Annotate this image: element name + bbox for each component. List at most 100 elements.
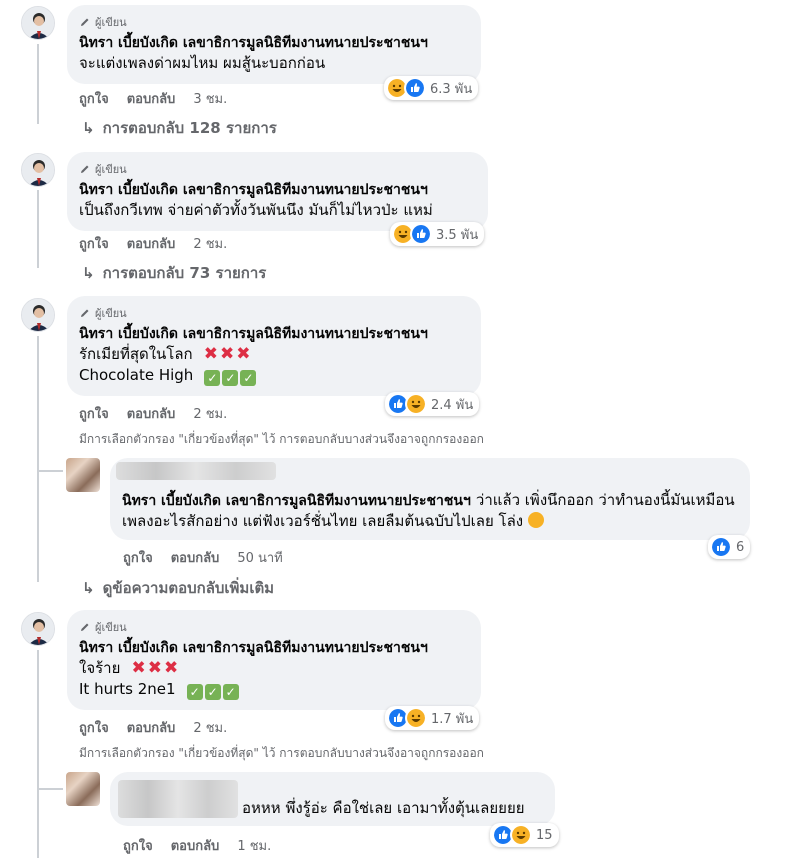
reaction-count: 15 bbox=[536, 827, 553, 843]
tagged-name[interactable]: นิทรา เบี้ยบังเกิด เลขาธิการมูลนิธิทีมงา… bbox=[122, 493, 471, 509]
haha-react-icon bbox=[510, 824, 532, 846]
comment-author-name[interactable]: นิทรา เบี้ยบังเกิด เลขาธิการมูลนิธิทีมงา… bbox=[79, 181, 476, 200]
author-avatar[interactable] bbox=[21, 612, 55, 646]
redacted-name bbox=[118, 780, 238, 818]
flushed-face-icon bbox=[528, 512, 545, 528]
check-mark-icon: ✓ bbox=[186, 684, 203, 700]
reaction-count: 6 bbox=[736, 539, 745, 555]
reaction-summary[interactable]: 1.7 พัน bbox=[385, 706, 480, 730]
cross-mark-icons: ✖ ✖ ✖ bbox=[131, 658, 178, 678]
comment-text-line2: Chocolate High bbox=[79, 366, 194, 384]
like-react-icon bbox=[710, 536, 732, 558]
haha-react-icon bbox=[405, 707, 427, 729]
reply-button[interactable]: ตอบกลับ bbox=[171, 835, 220, 856]
pen-icon bbox=[81, 623, 89, 631]
pen-icon bbox=[81, 309, 89, 317]
view-replies-link[interactable]: ↳ การตอบกลับ 128 รายการ bbox=[82, 116, 277, 140]
pen-icon bbox=[81, 18, 89, 26]
reply-connector bbox=[37, 470, 63, 472]
view-more-replies-link[interactable]: ↳ ดูข้อความตอบกลับเพิ่มเติม bbox=[82, 576, 274, 600]
check-mark-icon: ✓ bbox=[204, 684, 221, 700]
like-button[interactable]: ถูกใจ bbox=[79, 233, 109, 254]
comment-timestamp[interactable]: 2 ชม. bbox=[193, 403, 227, 424]
reply-button[interactable]: ตอบกลับ bbox=[127, 403, 176, 424]
author-avatar[interactable] bbox=[21, 298, 55, 332]
check-mark-icon: ✓ bbox=[240, 370, 257, 386]
thread-line bbox=[37, 44, 39, 124]
filter-note: มีการเลือกตัวกรอง "เกี่ยวข้องที่สุด" ไว้… bbox=[79, 432, 484, 446]
reply-button[interactable]: ตอบกลับ bbox=[127, 233, 176, 254]
reply-avatar[interactable] bbox=[66, 772, 100, 806]
reply-arrow-icon: ↳ bbox=[82, 579, 95, 597]
reaction-count: 6.3 พัน bbox=[430, 81, 473, 97]
like-button[interactable]: ถูกใจ bbox=[79, 717, 109, 738]
view-more-replies-label: ดูข้อความตอบกลับเพิ่มเติม bbox=[102, 579, 275, 597]
like-react-icon bbox=[404, 77, 426, 99]
check-mark-icon: ✓ bbox=[222, 370, 239, 386]
thread-line bbox=[37, 190, 39, 268]
like-button[interactable]: ถูกใจ bbox=[123, 835, 153, 856]
reaction-count: 3.5 พัน bbox=[436, 227, 479, 243]
reply-avatar[interactable] bbox=[66, 458, 100, 492]
reply-button[interactable]: ตอบกลับ bbox=[127, 88, 176, 109]
like-button[interactable]: ถูกใจ bbox=[79, 403, 109, 424]
author-badge-label: ผู้เขียน bbox=[95, 621, 127, 634]
author-avatar[interactable] bbox=[21, 153, 55, 187]
comment-bubble: ผู้เขียน นิทรา เบี้ยบังเกิด เลขาธิการมูล… bbox=[67, 296, 481, 396]
cross-mark-icon: ✖ bbox=[203, 344, 218, 364]
view-replies-label: การตอบกลับ 128 รายการ bbox=[102, 119, 277, 137]
reaction-summary[interactable]: 6.3 พัน bbox=[384, 76, 479, 100]
reaction-count: 2.4 พัน bbox=[431, 397, 474, 413]
like-react-icon bbox=[410, 223, 432, 245]
comment-actions: ถูกใจ ตอบกลับ 2 ชม. bbox=[79, 717, 227, 738]
cross-mark-icon: ✖ bbox=[131, 658, 146, 678]
author-badge-label: ผู้เขียน bbox=[95, 16, 127, 29]
comment-actions: ถูกใจ ตอบกลับ 2 ชม. bbox=[79, 233, 227, 254]
comment-author-name[interactable]: นิทรา เบี้ยบังเกิด เลขาธิการมูลนิธิทีมงา… bbox=[79, 325, 469, 344]
reaction-summary[interactable]: 2.4 พัน bbox=[385, 392, 480, 416]
thread-line bbox=[37, 336, 39, 582]
comment-text: เป็นถึงกวีเทพ จ่ายค่าตัวทั้งวันพันนึง มั… bbox=[79, 201, 433, 219]
comment-text: รักเมียที่สุดในโลก bbox=[79, 345, 193, 363]
check-mark-icons: ✓ ✓ ✓ bbox=[186, 684, 239, 700]
cross-mark-icon: ✖ bbox=[147, 658, 162, 678]
view-replies-label: การตอบกลับ 73 รายการ bbox=[102, 264, 267, 282]
author-badge: ผู้เขียน bbox=[79, 160, 476, 178]
comment-author-name[interactable]: นิทรา เบี้ยบังเกิด เลขาธิการมูลนิธิทีมงา… bbox=[79, 34, 469, 53]
check-mark-icon: ✓ bbox=[204, 370, 221, 386]
check-mark-icons: ✓ ✓ ✓ bbox=[204, 370, 257, 386]
thread-line bbox=[37, 650, 39, 858]
reaction-summary[interactable]: 3.5 พัน bbox=[390, 222, 485, 246]
reaction-count: 1.7 พัน bbox=[431, 711, 474, 727]
author-badge: ผู้เขียน bbox=[79, 13, 469, 31]
comment-bubble: ผู้เขียน นิทรา เบี้ยบังเกิด เลขาธิการมูล… bbox=[67, 610, 481, 710]
reply-actions: ถูกใจ ตอบกลับ 1 ชม. bbox=[123, 835, 271, 856]
reply-bubble: อหหห พึ่งรู้อ่ะ คือใช่เลย เอามาทั้งตุ้นเ… bbox=[110, 772, 555, 826]
reply-timestamp[interactable]: 50 นาที bbox=[237, 547, 282, 568]
author-badge: ผู้เขียน bbox=[79, 618, 469, 636]
like-button[interactable]: ถูกใจ bbox=[123, 547, 153, 568]
reaction-summary[interactable]: 15 bbox=[490, 823, 559, 847]
view-replies-link[interactable]: ↳ การตอบกลับ 73 รายการ bbox=[82, 261, 266, 285]
comment-timestamp[interactable]: 2 ชม. bbox=[193, 717, 227, 738]
comment-author-name[interactable]: นิทรา เบี้ยบังเกิด เลขาธิการมูลนิธิทีมงา… bbox=[79, 639, 469, 658]
author-avatar[interactable] bbox=[21, 6, 55, 40]
like-button[interactable]: ถูกใจ bbox=[79, 88, 109, 109]
comment-actions: ถูกใจ ตอบกลับ 3 ชม. bbox=[79, 88, 227, 109]
author-badge-label: ผู้เขียน bbox=[95, 163, 127, 176]
reaction-summary[interactable]: 6 bbox=[708, 535, 751, 559]
reply-timestamp[interactable]: 1 ชม. bbox=[237, 835, 271, 856]
cross-mark-icon: ✖ bbox=[219, 344, 235, 364]
comment-timestamp[interactable]: 3 ชม. bbox=[193, 88, 227, 109]
reply-connector bbox=[37, 788, 63, 790]
cross-mark-icons: ✖ ✖ ✖ bbox=[204, 344, 251, 364]
reply-arrow-icon: ↳ bbox=[82, 264, 95, 282]
reply-button[interactable]: ตอบกลับ bbox=[171, 547, 220, 568]
comment-bubble: ผู้เขียน นิทรา เบี้ยบังเกิด เลขาธิการมูล… bbox=[67, 152, 488, 231]
comment-timestamp[interactable]: 2 ชม. bbox=[193, 233, 227, 254]
cross-mark-icon: ✖ bbox=[163, 658, 179, 678]
reply-text: อหหห พึ่งรู้อ่ะ คือใช่เลย เอามาทั้งตุ้นเ… bbox=[242, 799, 525, 817]
check-mark-icon: ✓ bbox=[222, 684, 239, 700]
comment-text-line2: It hurts 2ne1 bbox=[79, 680, 176, 698]
reply-button[interactable]: ตอบกลับ bbox=[127, 717, 176, 738]
